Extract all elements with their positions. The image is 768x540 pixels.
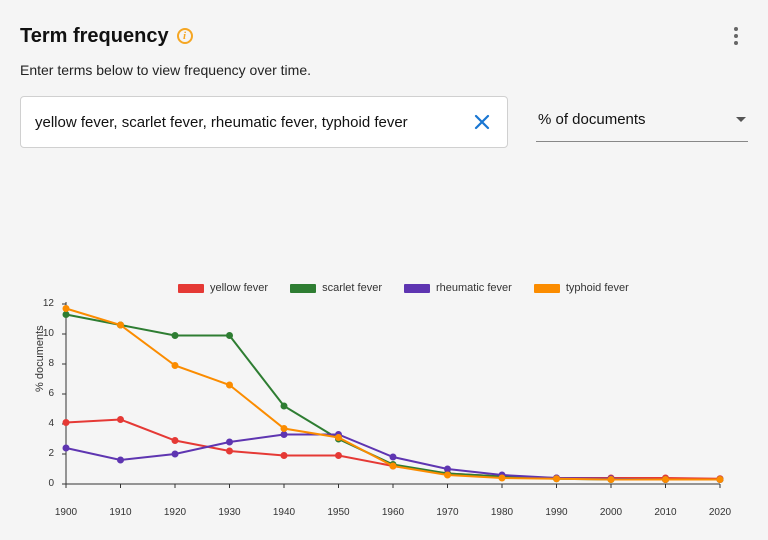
data-point[interactable] [335,434,342,441]
more-options-button[interactable] [724,24,748,48]
data-point[interactable] [390,463,397,470]
x-tick-label: 1910 [109,507,131,518]
data-point[interactable] [281,425,288,432]
title-wrap: Term frequency i [20,25,193,48]
measure-select[interactable]: % of documents [536,102,748,142]
controls-row: % of documents [20,96,748,148]
terms-input-wrap [20,96,508,148]
data-point[interactable] [63,419,70,426]
y-tick-label: 10 [34,328,54,339]
data-point[interactable] [553,475,560,482]
y-tick-label: 6 [34,388,54,399]
data-point[interactable] [172,451,179,458]
terms-input[interactable] [35,114,471,131]
data-point[interactable] [499,475,506,482]
data-point[interactable] [172,437,179,444]
y-tick-label: 4 [34,418,54,429]
data-point[interactable] [63,311,70,318]
subtitle: Enter terms below to view frequency over… [20,62,748,78]
series-line [66,420,720,479]
data-point[interactable] [117,416,124,423]
x-tick-label: 2020 [709,507,731,518]
chart-area: yellow feverscarlet feverrheumatic fever… [20,260,748,520]
data-point[interactable] [63,305,70,312]
data-point[interactable] [281,403,288,410]
header-row: Term frequency i [20,24,748,48]
x-tick-label: 1900 [55,507,77,518]
close-icon [474,114,490,130]
chevron-down-icon [736,117,746,122]
x-tick-label: 1950 [327,507,349,518]
data-point[interactable] [172,332,179,339]
y-tick-label: 0 [34,478,54,489]
data-point[interactable] [226,332,233,339]
measure-select-label: % of documents [538,111,646,128]
data-point[interactable] [117,457,124,464]
data-point[interactable] [717,476,724,483]
data-point[interactable] [662,476,669,483]
chart-svg [58,282,728,502]
data-point[interactable] [390,454,397,461]
data-point[interactable] [335,452,342,459]
term-frequency-card: Term frequency i Enter terms below to vi… [0,0,768,540]
data-point[interactable] [226,448,233,455]
data-point[interactable] [63,445,70,452]
x-tick-label: 1970 [436,507,458,518]
data-point[interactable] [226,382,233,389]
x-tick-label: 2010 [654,507,676,518]
x-tick-label: 1920 [164,507,186,518]
data-point[interactable] [281,452,288,459]
x-tick-label: 1990 [545,507,567,518]
x-tick-label: 1940 [273,507,295,518]
y-tick-label: 12 [34,298,54,309]
info-icon[interactable]: i [177,28,193,44]
y-tick-label: 2 [34,448,54,459]
y-tick-label: 8 [34,358,54,369]
page-title: Term frequency [20,25,169,48]
data-point[interactable] [444,472,451,479]
x-tick-label: 2000 [600,507,622,518]
data-point[interactable] [172,362,179,369]
data-point[interactable] [608,476,615,483]
data-point[interactable] [444,466,451,473]
clear-input-button[interactable] [471,111,493,133]
x-tick-label: 1980 [491,507,513,518]
data-point[interactable] [117,322,124,329]
x-tick-label: 1960 [382,507,404,518]
x-tick-label: 1930 [218,507,240,518]
plot-region: yellow feverscarlet feverrheumatic fever… [58,282,728,502]
data-point[interactable] [226,439,233,446]
data-point[interactable] [281,431,288,438]
